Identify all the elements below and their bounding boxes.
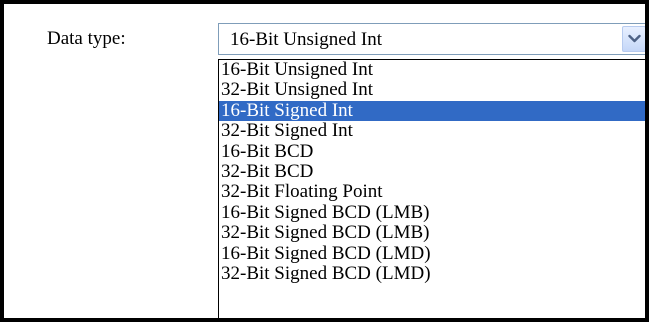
chevron-down-icon [628, 34, 641, 43]
dropdown-option-32bit-signed-bcd-lmd[interactable]: 32-Bit Signed BCD (LMD) [219, 263, 645, 284]
dropdown-option-32bit-bcd[interactable]: 32-Bit BCD [219, 161, 645, 182]
dropdown-option-32bit-signed-bcd-lmb[interactable]: 32-Bit Signed BCD (LMB) [219, 222, 645, 243]
data-type-dropdown-list[interactable]: 16-Bit Unsigned Int 32-Bit Unsigned Int … [218, 59, 645, 318]
data-type-selected-value: 16-Bit Unsigned Int [230, 29, 382, 50]
dropdown-option-16bit-signed-bcd-lmd[interactable]: 16-Bit Signed BCD (LMD) [219, 243, 645, 264]
dropdown-option-32bit-unsigned-int[interactable]: 32-Bit Unsigned Int [219, 80, 645, 100]
dropdown-arrow-button[interactable] [622, 26, 645, 52]
data-type-label: Data type: [47, 28, 126, 49]
data-type-combobox[interactable]: 16-Bit Unsigned Int [218, 23, 645, 55]
dialog-panel: Data type: 16-Bit Unsigned Int 16-Bit Un… [0, 0, 649, 322]
dropdown-option-32bit-floating-point[interactable]: 32-Bit Floating Point [219, 182, 645, 202]
dropdown-option-16bit-signed-int[interactable]: 16-Bit Signed Int [219, 100, 645, 122]
dropdown-option-32bit-signed-int[interactable]: 32-Bit Signed Int [219, 120, 645, 141]
dropdown-option-16bit-bcd[interactable]: 16-Bit BCD [219, 141, 645, 162]
dropdown-option-16bit-signed-bcd-lmb[interactable]: 16-Bit Signed BCD (LMB) [219, 202, 645, 223]
dropdown-option-16bit-unsigned-int[interactable]: 16-Bit Unsigned Int [219, 60, 645, 80]
